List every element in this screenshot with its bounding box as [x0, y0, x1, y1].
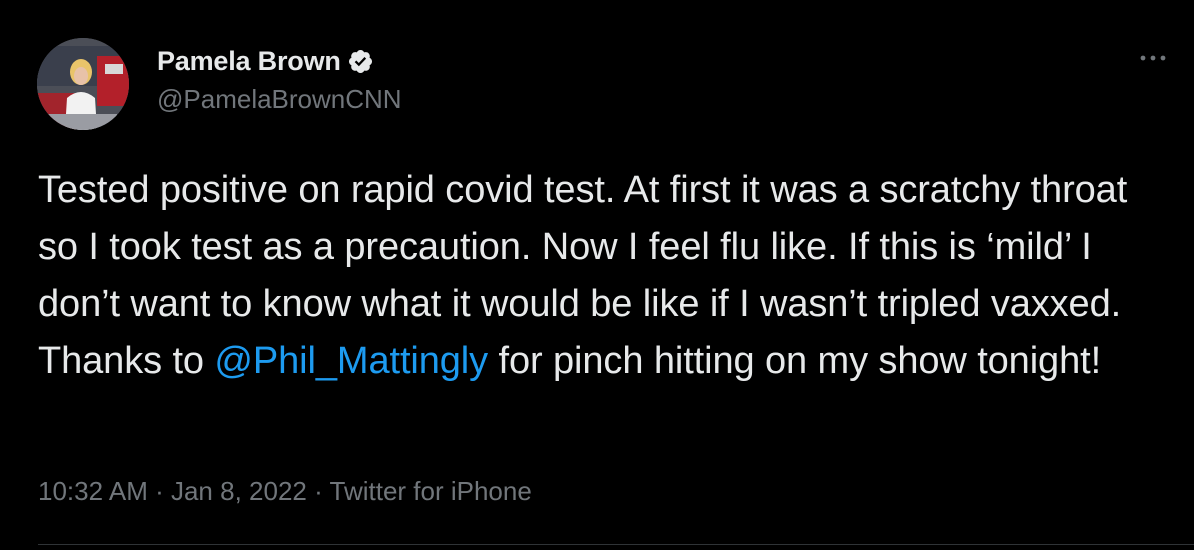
- tweet-time-link[interactable]: 10:32 AM: [38, 476, 148, 506]
- author-display-name[interactable]: Pamela Brown: [157, 46, 341, 77]
- divider: [38, 544, 1194, 545]
- verified-badge-icon: [347, 48, 374, 75]
- tweet-metadata: 10:32 AM · Jan 8, 2022 · Twitter for iPh…: [38, 476, 532, 507]
- tweet-source-link[interactable]: Twitter for iPhone: [330, 476, 532, 506]
- meta-separator: ·: [306, 476, 330, 506]
- tweet-text-tail: for pinch hitting on my show tonight!: [488, 340, 1102, 382]
- avatar-image: [37, 38, 129, 130]
- tweet-date-link[interactable]: Jan 8, 2022: [171, 476, 307, 506]
- meta-separator: ·: [147, 476, 171, 506]
- tweet-card: Pamela Brown @PamelaBrownCNN Tested posi…: [0, 0, 1194, 550]
- author-handle[interactable]: @PamelaBrownCNN: [157, 84, 402, 115]
- author-name-row: Pamela Brown: [157, 44, 374, 78]
- avatar[interactable]: [37, 38, 129, 130]
- mention-link[interactable]: @Phil_Mattingly: [214, 340, 488, 382]
- tweet-text: Tested positive on rapid covid test. At …: [38, 162, 1168, 390]
- more-horizontal-icon: [1140, 55, 1166, 61]
- more-options-button[interactable]: [1138, 48, 1168, 68]
